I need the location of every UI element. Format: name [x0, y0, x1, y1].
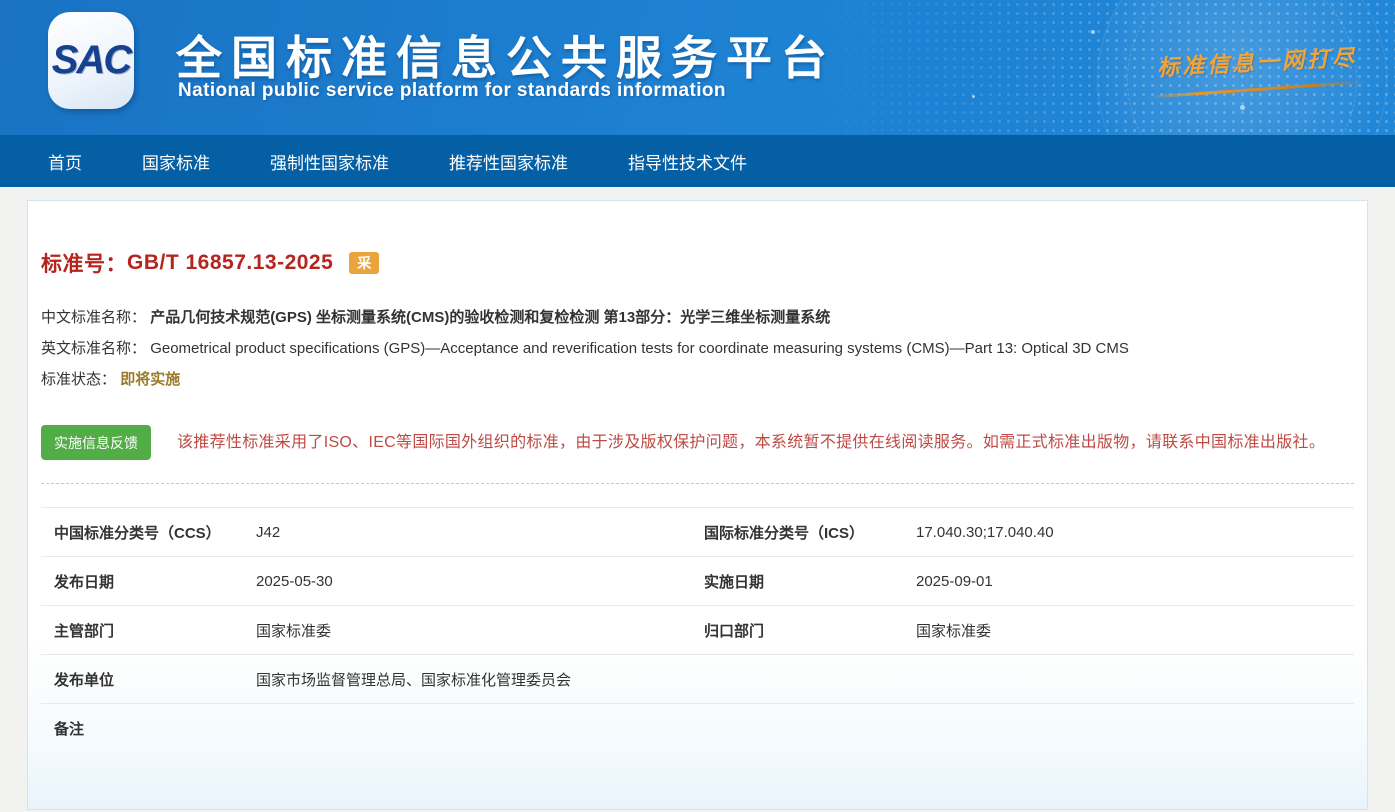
table-row: 中国标准分类号（CCS） J42 国际标准分类号（ICS） 17.040.30;… [41, 507, 1354, 556]
standard-detail-panel: 标准号： GB/T 16857.13-2025 采 中文标准名称： 产品几何技术… [27, 200, 1368, 810]
main-nav: 首页 国家标准 强制性国家标准 推荐性国家标准 指导性技术文件 [0, 135, 1395, 187]
table-row: 发布单位 国家市场监督管理总局、国家标准化管理委员会 [41, 654, 1354, 703]
chinese-name-row: 中文标准名称： 产品几何技术规范(GPS) 坐标测量系统(CMS)的验收检测和复… [41, 302, 1354, 333]
site-subtitle: National public service platform for sta… [178, 80, 726, 102]
english-name-value: Geometrical product specifications (GPS)… [150, 340, 1129, 357]
chinese-name-label: 中文标准名称： [41, 309, 146, 326]
status-row: 标准状态： 即将实施 [41, 364, 1354, 395]
remarks-label: 备注 [41, 718, 256, 739]
sparkle-dot [1091, 30, 1095, 34]
publish-org-label: 发布单位 [41, 669, 256, 690]
site-title: 全国标准信息公共服务平台 [176, 22, 836, 88]
nav-item-recommended-standards[interactable]: 推荐性国家标准 [449, 149, 568, 174]
adopted-badge: 采 [349, 252, 379, 274]
sac-logo-text: SAC [52, 38, 130, 83]
nav-item-mandatory-standards[interactable]: 强制性国家标准 [270, 149, 389, 174]
sac-logo[interactable]: SAC [48, 12, 134, 109]
nav-item-home[interactable]: 首页 [48, 149, 82, 174]
sparkle-dot [1240, 105, 1245, 110]
table-row: 发布日期 2025-05-30 实施日期 2025-09-01 [41, 556, 1354, 605]
standard-number-label: 标准号： [41, 248, 127, 278]
table-row: 主管部门 国家标准委 归口部门 国家标准委 [41, 605, 1354, 654]
site-header: SAC 全国标准信息公共服务平台 National public service… [0, 0, 1395, 135]
dashed-divider [41, 483, 1354, 484]
standard-number: GB/T 16857.13-2025 [127, 251, 333, 275]
publish-org-value: 国家市场监督管理总局、国家标准化管理委员会 [256, 669, 1354, 690]
chinese-name-value: 产品几何技术规范(GPS) 坐标测量系统(CMS)的验收检测和复检检测 第13部… [150, 309, 830, 326]
ics-value: 17.040.30;17.040.40 [916, 524, 1354, 541]
competent-dept-label: 主管部门 [41, 620, 256, 641]
standard-names: 中文标准名称： 产品几何技术规范(GPS) 坐标测量系统(CMS)的验收检测和复… [41, 302, 1354, 395]
implement-date-value: 2025-09-01 [916, 573, 1354, 590]
competent-dept-value: 国家标准委 [256, 620, 691, 641]
english-name-label: 英文标准名称： [41, 340, 146, 357]
implement-date-label: 实施日期 [691, 571, 916, 592]
nav-item-guiding-documents[interactable]: 指导性技术文件 [628, 149, 747, 174]
table-row: 备注 [41, 703, 1354, 752]
publish-date-value: 2025-05-30 [256, 573, 691, 590]
publish-date-label: 发布日期 [41, 571, 256, 592]
standard-detail-table: 中国标准分类号（CCS） J42 国际标准分类号（ICS） 17.040.30;… [41, 507, 1354, 752]
standard-number-row: 标准号： GB/T 16857.13-2025 采 [41, 201, 1354, 278]
status-label: 标准状态： [41, 371, 116, 388]
centralized-dept-value: 国家标准委 [916, 620, 1354, 641]
ccs-label: 中国标准分类号（CCS） [41, 522, 256, 543]
copyright-notice: 实施信息反馈 该推荐性标准采用了ISO、IEC等国际国外组织的标准，由于涉及版权… [41, 425, 1354, 461]
copyright-notice-text: 该推荐性标准采用了ISO、IEC等国际国外组织的标准，由于涉及版权保护问题，本系… [177, 434, 1325, 451]
english-name-row: 英文标准名称： Geometrical product specificatio… [41, 333, 1354, 364]
nav-item-national-standards[interactable]: 国家标准 [142, 149, 210, 174]
ics-label: 国际标准分类号（ICS） [691, 522, 916, 543]
ccs-value: J42 [256, 524, 691, 541]
sparkle-dot [972, 95, 975, 98]
status-badge: 即将实施 [120, 371, 180, 388]
implementation-feedback-button[interactable]: 实施信息反馈 [41, 425, 151, 460]
centralized-dept-label: 归口部门 [691, 620, 916, 641]
